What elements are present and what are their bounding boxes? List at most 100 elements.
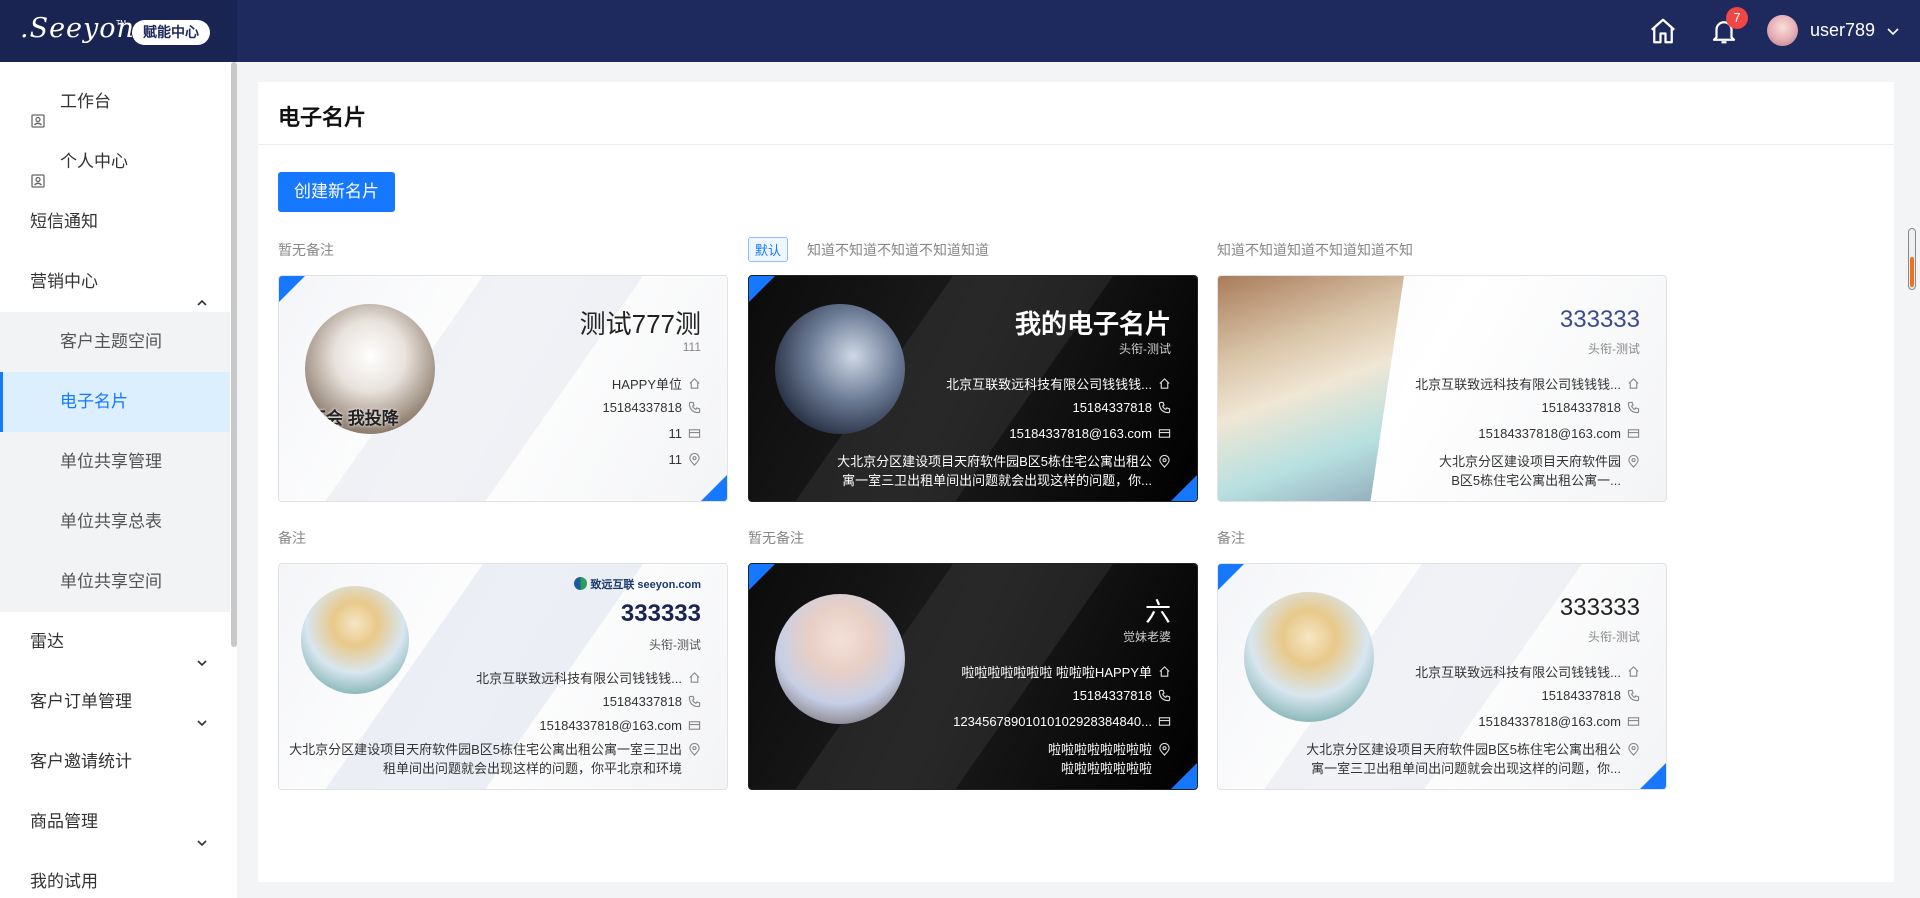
sidebar-item-label: 商品管理 (30, 812, 98, 831)
corner-accent (1171, 763, 1197, 789)
card-note: 暂无备注 (278, 242, 334, 258)
card-note: 备注 (278, 530, 306, 546)
page-title: 电子名片 (278, 105, 367, 130)
phone-icon (1627, 689, 1640, 702)
chevron-down-icon (195, 815, 209, 847)
card-company: 北京互联致远科技有限公司钱钱钱... (1415, 662, 1640, 681)
sidebar-item-personal-center[interactable]: 个人中心 (0, 132, 230, 192)
sidebar-item-orders[interactable]: 客户订单管理 (0, 672, 230, 732)
business-card[interactable]: 333333 头衔-测试 北京互联致远科技有限公司钱钱钱... 15184337… (1217, 563, 1667, 790)
business-card[interactable]: 六 觉妹老婆 啦啦啦啦啦啦啦 啦啦啦HAPPY单 15184337818 123… (748, 563, 1198, 790)
corner-accent (701, 475, 727, 501)
home-icon (688, 377, 701, 390)
card-name: 333333 (620, 600, 701, 627)
chevron-down-icon (195, 695, 209, 727)
card-subtitle: 头衔-测试 (1588, 630, 1640, 644)
seeyon-logo[interactable]: .Seeyon (20, 13, 135, 44)
sidebar-item-label: 个人中心 (60, 152, 128, 171)
chevron-down-icon (195, 635, 209, 667)
card-company: HAPPY单位 (612, 374, 701, 393)
sidebar-item-customer-space[interactable]: 客户主题空间 (0, 312, 230, 372)
page-scrollbar[interactable] (1908, 228, 1916, 290)
card-phone: 15184337818 (602, 400, 701, 415)
location-icon (688, 452, 701, 466)
card-name: 333333 (1559, 306, 1640, 333)
card-address: 大北京分区建设项目天府软件园B区5栋住宅公寓出租公寓一室三卫出租单间出问题就会出… (286, 740, 701, 778)
card-name: 我的电子名片 (1014, 309, 1171, 339)
brand-logo: 致远互联 seeyon.com (574, 576, 701, 592)
home-icon (1158, 377, 1171, 390)
mail-icon (1627, 427, 1640, 440)
sidebar-scrollbar[interactable] (231, 62, 237, 647)
card-address: 大北京分区建设项目天府软件园B区5栋住宅公寓出租公寓一... (1431, 452, 1640, 490)
card-note: 知道不知道不知道不知道知道 (807, 242, 989, 258)
create-card-button[interactable]: 创建新名片 (278, 172, 395, 212)
card-photo (1218, 276, 1404, 501)
sidebar-item-sms[interactable]: 短信通知 (0, 192, 230, 252)
sidebar-item-workbench[interactable]: 工作台 (0, 72, 230, 132)
username[interactable]: user789 (1810, 20, 1875, 41)
corner-accent (749, 276, 775, 302)
card-address: 大北京分区建设项目天府软件园B区5栋住宅公寓出租公寓一室三卫出租单间出问题就会出… (834, 452, 1171, 490)
sidebar-item-products[interactable]: 商品管理 (0, 792, 230, 852)
phone-icon (1158, 689, 1171, 702)
sidebar-item-unit-share-summary[interactable]: 单位共享总表 (0, 492, 230, 552)
mail-icon (688, 719, 701, 732)
sidebar-item-business-card[interactable]: 电子名片 (0, 372, 230, 432)
corner-accent (749, 564, 775, 590)
card-email: 15184337818@163.com (1009, 426, 1171, 441)
sidebar-item-label: 客户邀请统计 (30, 752, 132, 771)
sidebar-item-label: 工作台 (60, 92, 111, 111)
user-avatar[interactable] (1767, 15, 1798, 46)
business-card[interactable]: 致远互联 seeyon.com 333333 头衔-测试 北京互联致远科技有限公… (278, 563, 728, 790)
card-company: 北京互联致远科技有限公司钱钱钱... (1415, 374, 1640, 393)
location-icon (1158, 454, 1171, 468)
card-address: 啦啦啦啦啦啦啦啦 啦啦啦啦啦啦啦 (1042, 740, 1171, 778)
default-tag: 默认 (748, 237, 789, 262)
card-photo (1244, 592, 1374, 722)
corner-accent (1218, 564, 1244, 590)
business-card[interactable]: 我的电子名片 头衔-测试 北京互联致远科技有限公司钱钱钱... 15184337… (748, 275, 1198, 502)
business-card[interactable]: 333333 头衔-测试 北京互联致远科技有限公司钱钱钱... 15184337… (1217, 275, 1667, 502)
card-phone: 15184337818 (1541, 400, 1640, 415)
sidebar-item-invite-stats[interactable]: 客户邀请统计 (0, 732, 230, 792)
location-icon (1627, 454, 1640, 468)
mail-icon (1627, 715, 1640, 728)
sidebar-item-label: 客户订单管理 (30, 692, 132, 711)
sidebar-item-marketing[interactable]: 营销中心 (0, 252, 230, 312)
card-subtitle: 头衔-测试 (1588, 342, 1640, 356)
chevron-down-icon[interactable] (1886, 24, 1900, 38)
card-photo (775, 594, 905, 724)
home-icon (688, 671, 701, 684)
card-company: 啦啦啦啦啦啦啦 啦啦啦HAPPY单 (961, 662, 1171, 681)
sidebar-item-my-trial[interactable]: 我的试用 (0, 852, 230, 898)
location-icon (1158, 742, 1171, 756)
phone-icon (1158, 401, 1171, 414)
business-card[interactable]: 不会 我投降 测试777测 111 HAPPY单位 15184337818 11… (278, 275, 728, 502)
card-phone: 15184337818 (1072, 400, 1171, 415)
phone-icon (1627, 401, 1640, 414)
card-name: 六 (1144, 597, 1171, 627)
person-card-icon (30, 94, 46, 128)
empower-center-badge[interactable]: 赋能中心 (132, 20, 210, 45)
sidebar-item-label: 短信通知 (30, 212, 98, 231)
card-company: 北京互联致远科技有限公司钱钱钱... (946, 374, 1171, 393)
card-email: 15184337818@163.com (1478, 714, 1640, 729)
sidebar-item-unit-share-space[interactable]: 单位共享空间 (0, 552, 230, 612)
card-email: 15184337818@163.com (539, 718, 701, 733)
card-phone: 15184337818 (602, 694, 701, 709)
sidebar-item-label: 我的试用 (30, 872, 98, 891)
sidebar-item-radar[interactable]: 雷达 (0, 612, 230, 672)
sidebar-item-unit-share-manage[interactable]: 单位共享管理 (0, 432, 230, 492)
sidebar-item-label: 电子名片 (60, 392, 128, 411)
card-phone: 15184337818 (1072, 688, 1171, 703)
card-phone: 15184337818 (1541, 688, 1640, 703)
sidebar-item-label: 单位共享总表 (60, 512, 162, 531)
home-icon (1627, 377, 1640, 390)
logo-area: .Seeyon TM 赋能中心 (0, 0, 237, 62)
home-icon[interactable] (1648, 16, 1678, 46)
card-email: 12345678901010102928384840... (953, 714, 1171, 729)
corner-accent (1640, 763, 1666, 789)
sidebar-item-label: 单位共享管理 (60, 452, 162, 471)
divider (258, 144, 1894, 145)
